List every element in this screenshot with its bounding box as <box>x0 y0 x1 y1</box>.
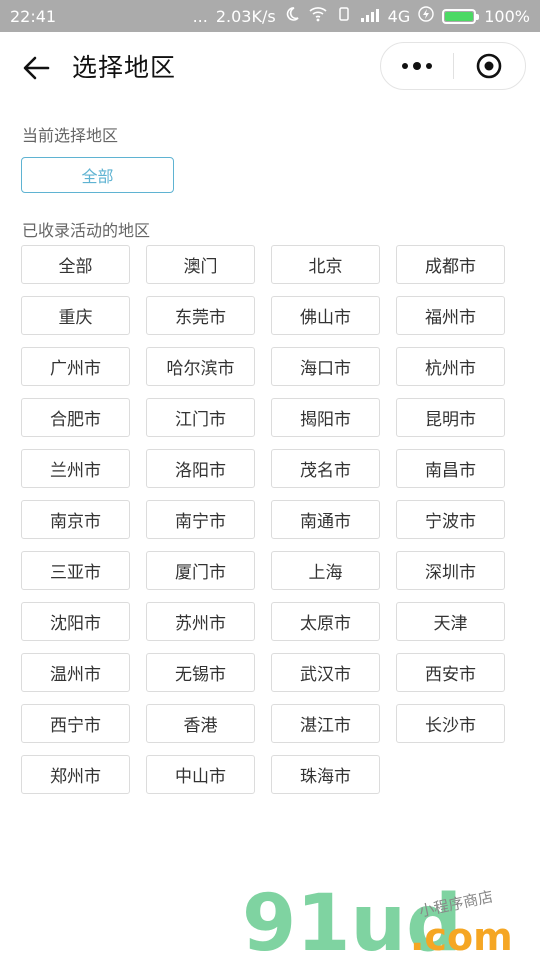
region-chip[interactable]: 杭州市 <box>396 347 505 386</box>
current-region-button[interactable]: 全部 <box>21 157 174 193</box>
region-chip[interactable]: 三亚市 <box>21 551 130 590</box>
close-button[interactable] <box>454 43 526 89</box>
region-chip[interactable]: 武汉市 <box>271 653 380 692</box>
region-chip[interactable]: 洛阳市 <box>146 449 255 488</box>
battery-icon <box>442 8 480 24</box>
region-chip[interactable]: 中山市 <box>146 755 255 794</box>
status-network: 4G <box>387 6 411 26</box>
charging-icon <box>418 6 434 26</box>
region-chip[interactable]: 上海 <box>271 551 380 590</box>
status-speed: 2.03K/s <box>215 6 276 26</box>
region-chip[interactable]: 太原市 <box>271 602 380 641</box>
nav-bar: 选择地区 <box>0 32 540 102</box>
region-chip[interactable]: 海口市 <box>271 347 380 386</box>
region-chip[interactable]: 西安市 <box>396 653 505 692</box>
target-circle-icon <box>476 53 502 79</box>
region-chip[interactable]: 南通市 <box>271 500 380 539</box>
arrow-left-icon <box>23 56 50 80</box>
region-chip[interactable]: 东莞市 <box>146 296 255 335</box>
mini-program-capsule <box>380 42 526 90</box>
region-chip[interactable]: 茂名市 <box>271 449 380 488</box>
region-chip[interactable]: 成都市 <box>396 245 505 284</box>
region-chip[interactable]: 广州市 <box>21 347 130 386</box>
status-bar: 22:41 ... 2.03K/s 4G 100% <box>0 0 540 32</box>
region-chip[interactable]: 合肥市 <box>21 398 130 437</box>
moon-icon <box>284 6 300 26</box>
region-chip[interactable]: 哈尔滨市 <box>146 347 255 386</box>
status-battery: 100% <box>484 6 530 26</box>
region-chip[interactable]: 长沙市 <box>396 704 505 743</box>
region-chip[interactable]: 宁波市 <box>396 500 505 539</box>
region-chip[interactable]: 昆明市 <box>396 398 505 437</box>
regions-label: 已收录活动的地区 <box>22 221 151 240</box>
region-chip[interactable]: 郑州市 <box>21 755 130 794</box>
vibrate-icon <box>336 6 352 26</box>
more-button[interactable] <box>381 43 453 89</box>
status-time: 22:41 <box>10 6 57 26</box>
region-chip[interactable]: 深圳市 <box>396 551 505 590</box>
more-dots-icon <box>401 62 432 70</box>
region-chip[interactable]: 西宁市 <box>21 704 130 743</box>
region-chip[interactable]: 天津 <box>396 602 505 641</box>
region-chip[interactable]: 南京市 <box>21 500 130 539</box>
signal-icon <box>360 7 380 26</box>
region-chip[interactable]: 南宁市 <box>146 500 255 539</box>
wifi-icon <box>308 6 328 26</box>
status-dots: ... <box>192 6 208 26</box>
region-chip[interactable]: 全部 <box>21 245 130 284</box>
back-button[interactable] <box>20 52 52 84</box>
region-chip[interactable]: 兰州市 <box>21 449 130 488</box>
region-chip[interactable]: 佛山市 <box>271 296 380 335</box>
region-chip[interactable]: 厦门市 <box>146 551 255 590</box>
region-chip[interactable]: 江门市 <box>146 398 255 437</box>
region-chip[interactable]: 无锡市 <box>146 653 255 692</box>
region-chip[interactable]: 香港 <box>146 704 255 743</box>
region-grid: 全部 澳门 北京 成都市重庆 东莞市 佛山市 福州市广州市 哈尔滨市 海口市 杭州市合肥市 江门市揭… <box>21 245 505 794</box>
watermark-logo: 91ud .com 小程序商店 <box>242 880 513 960</box>
region-chip[interactable]: 珠海市 <box>271 755 380 794</box>
region-chip[interactable]: 湛江市 <box>271 704 380 743</box>
region-chip[interactable]: 重庆 <box>21 296 130 335</box>
region-chip[interactable]: 揭阳市 <box>271 398 380 437</box>
region-chip[interactable]: 温州市 <box>21 653 130 692</box>
status-right: ... 2.03K/s 4G 100% <box>193 6 530 26</box>
page-title: 选择地区 <box>72 53 177 82</box>
region-chip[interactable]: 沈阳市 <box>21 602 130 641</box>
region-chip[interactable]: 福州市 <box>396 296 505 335</box>
watermark-domain: .com <box>410 915 513 959</box>
region-chip[interactable]: 澳门 <box>146 245 255 284</box>
current-region-label: 当前选择地区 <box>22 126 119 145</box>
region-chip[interactable]: 北京 <box>271 245 380 284</box>
region-chip[interactable]: 苏州市 <box>146 602 255 641</box>
region-chip[interactable]: 南昌市 <box>396 449 505 488</box>
